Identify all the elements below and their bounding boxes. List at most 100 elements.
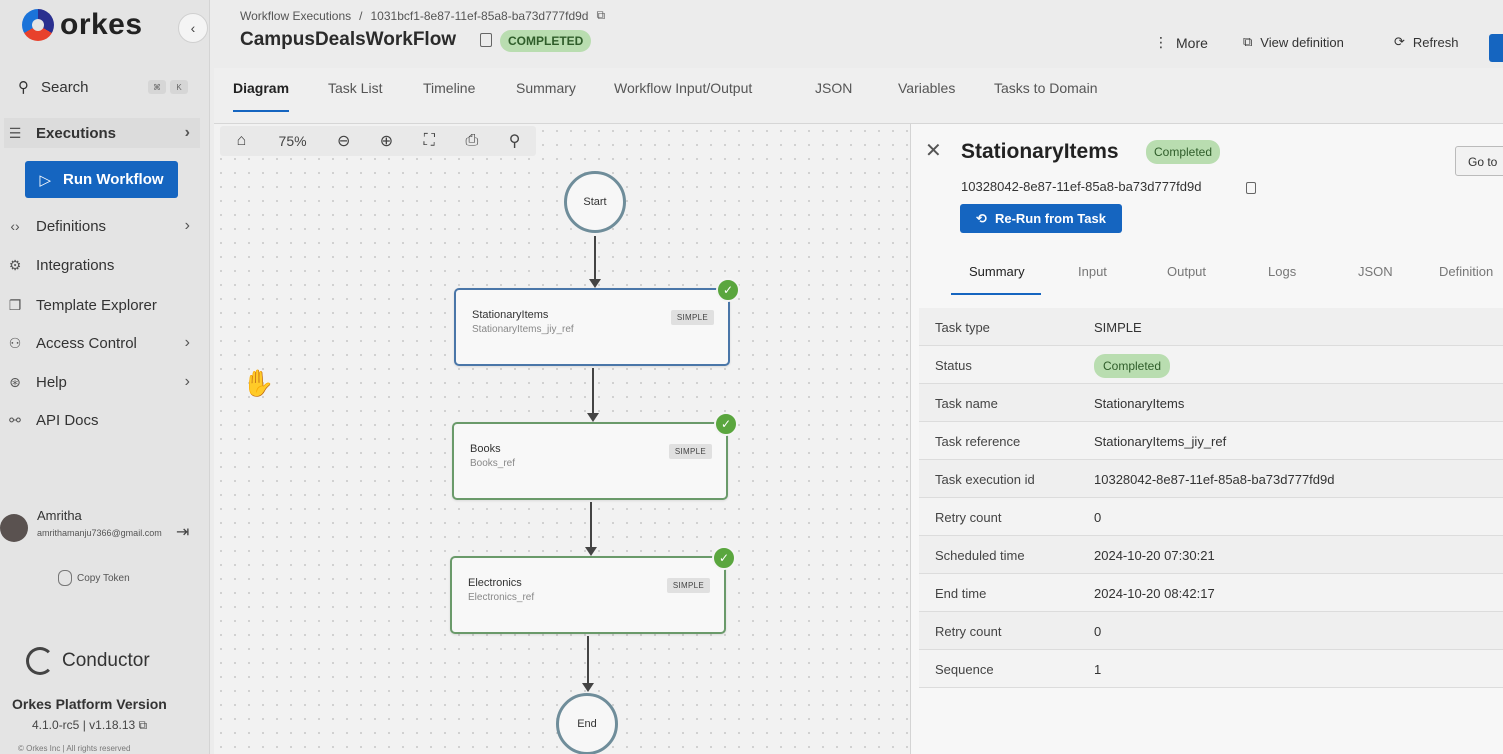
task-node-books[interactable]: Books Books_ref SIMPLE ✓ — [452, 412, 738, 500]
panel-tab-definition[interactable]: Definition — [1439, 264, 1493, 293]
panel-tab-json[interactable]: JSON — [1358, 264, 1393, 293]
tab-timeline[interactable]: Timeline — [423, 80, 475, 110]
tab-workflow-input-output[interactable]: Workflow Input/Output — [614, 80, 752, 110]
external-link-icon: ⧉ — [1243, 34, 1253, 49]
template-icon: ❐ — [8, 296, 22, 313]
search-icon[interactable]: ⚲ — [493, 131, 536, 151]
tab-json[interactable]: JSON — [815, 80, 852, 110]
search-shortcut: ⌘ K — [148, 80, 188, 94]
code-icon: ‹› — [10, 218, 20, 234]
sidebar-item-executions[interactable]: ☰ Executions › — [4, 118, 200, 148]
logout-icon[interactable]: ⇥ — [176, 522, 189, 542]
copy-icon[interactable] — [480, 33, 492, 47]
orkes-logo[interactable]: orkes — [22, 8, 143, 42]
copy-token-button[interactable]: Copy Token — [58, 570, 130, 586]
more-label: More — [1176, 34, 1208, 51]
more-button[interactable]: ⋮ More — [1154, 34, 1208, 51]
tab-tasks-to-domain[interactable]: Tasks to Domain — [994, 80, 1097, 110]
view-definition-label: View definition — [1260, 34, 1344, 50]
panel-tab-summary[interactable]: Summary — [951, 264, 1041, 295]
rerun-icon: ⟲ — [976, 210, 987, 226]
collapse-sidebar-button[interactable]: ‹ — [178, 13, 208, 43]
arrowhead — [589, 279, 601, 288]
task-node-electronics[interactable]: Electronics Electronics_ref SIMPLE ✓ — [450, 546, 736, 634]
task-details-panel: ✕ StationaryItems Completed Go to 103280… — [910, 124, 1503, 754]
zoom-in-icon[interactable]: ⊕ — [365, 131, 408, 151]
primary-action-button[interactable] — [1489, 34, 1503, 62]
tab-diagram[interactable]: Diagram — [233, 80, 290, 112]
panel-tab-output[interactable]: Output — [1167, 264, 1206, 293]
sidebar-item-integrations[interactable]: ⚙ Integrations — [4, 250, 200, 280]
orkes-logo-icon — [22, 9, 54, 41]
rerun-label: Re-Run from Task — [994, 211, 1106, 226]
end-node[interactable]: End — [556, 693, 618, 754]
task-summary-table: Task type SIMPLE Status Completed Task n… — [919, 308, 1503, 688]
sidebar-item-label: Access Control — [36, 334, 137, 352]
user-email: amrithamanju7366@gmail.com — [37, 528, 162, 538]
copy-icon — [58, 570, 72, 586]
table-row: Scheduled time 2024-10-20 07:30:21 — [919, 536, 1503, 574]
run-workflow-button[interactable]: ▷ Run Workflow — [25, 161, 178, 198]
chevron-left-icon: ‹ — [190, 20, 196, 36]
refresh-button[interactable]: ⟳ Refresh — [1394, 34, 1458, 50]
sidebar-item-template-explorer[interactable]: ❐ Template Explorer — [4, 290, 200, 320]
panel-tab-input[interactable]: Input — [1078, 264, 1107, 293]
task-node-ref: Electronics_ref — [468, 592, 535, 603]
task-node-ref: StationaryItems_jiy_ref — [472, 324, 574, 335]
home-icon[interactable]: ⌂ — [220, 132, 263, 150]
status-badge: COMPLETED — [500, 30, 592, 52]
sidebar-item-access-control[interactable]: ⚇ Access Control › — [4, 328, 200, 358]
go-to-button[interactable]: Go to — [1455, 146, 1503, 176]
task-id: 10328042-8e87-11ef-85a8-ba73d777fd9d — [961, 179, 1202, 194]
task-node-ref: Books_ref — [470, 458, 516, 469]
copy-icon[interactable] — [1246, 182, 1256, 194]
avatar[interactable] — [0, 514, 28, 542]
fit-screen-icon[interactable]: ⛶ — [408, 132, 451, 150]
print-icon[interactable]: ⎙ — [451, 132, 494, 150]
search-box[interactable]: ⚲ Search ⌘ K — [8, 72, 198, 102]
copy-icon[interactable]: ⧉ — [139, 718, 148, 732]
edge-start-stationary — [594, 236, 596, 280]
api-icon: ⚯ — [9, 411, 21, 428]
sidebar-item-api-docs[interactable]: ⚯ API Docs — [4, 405, 200, 435]
integrations-icon: ⚙ — [8, 256, 22, 273]
table-row: Sequence 1 — [919, 650, 1503, 688]
sidebar-item-definitions[interactable]: ‹› Definitions › — [4, 211, 200, 241]
tab-task-list[interactable]: Task List — [328, 80, 382, 110]
chevron-right-icon: › — [184, 124, 190, 141]
kebab-icon: ⋮ — [1154, 34, 1168, 50]
sidebar-item-label: Executions — [36, 124, 117, 142]
panel-tab-logs[interactable]: Logs — [1268, 264, 1296, 293]
breadcrumb-link-executions[interactable]: Workflow Executions — [240, 9, 351, 23]
copy-icon[interactable]: ⧉ — [596, 8, 605, 23]
task-node-stationaryitems[interactable]: StationaryItems StationaryItems_jiy_ref … — [454, 278, 740, 366]
refresh-label: Refresh — [1412, 34, 1459, 50]
row-value: 2024-10-20 08:42:17 — [1094, 586, 1215, 601]
check-icon: ✓ — [714, 412, 738, 436]
zoom-out-icon[interactable]: ⊖ — [322, 131, 365, 151]
table-row: Task type SIMPLE — [919, 308, 1503, 346]
cmd-key: ⌘ — [148, 80, 166, 94]
sidebar-item-label: Template Explorer — [36, 296, 157, 314]
table-row: Retry count 0 — [919, 612, 1503, 650]
sidebar-item-label: API Docs — [36, 411, 99, 429]
page-title: CampusDealsWorkFlow — [240, 29, 457, 50]
user-profile: Amritha amrithamanju7366@gmail.com ⇥ — [0, 508, 205, 568]
sidebar: orkes ‹ ⚲ Search ⌘ K ☰ Executions › ▷ Ru… — [0, 0, 210, 754]
rerun-from-task-button[interactable]: ⟲ Re-Run from Task — [960, 204, 1122, 233]
sidebar-item-label: Definitions — [36, 217, 107, 235]
end-label: End — [577, 718, 597, 730]
start-node[interactable]: Start — [564, 171, 626, 233]
tab-summary[interactable]: Summary — [516, 80, 576, 110]
tab-variables[interactable]: Variables — [898, 80, 955, 110]
view-definition-button[interactable]: ⧉ View definition — [1243, 34, 1344, 50]
row-key: Task type — [935, 320, 990, 335]
sidebar-item-help[interactable]: ⊛ Help › — [4, 367, 200, 397]
row-value: 0 — [1094, 510, 1102, 525]
row-key: Sequence — [935, 662, 994, 677]
diagram-canvas[interactable]: ⌂ 75% ⊖ ⊕ ⛶ ⎙ ⚲ ✋ Start StationaryItems … — [214, 124, 910, 754]
help-icon: ⊛ — [9, 373, 21, 390]
close-icon[interactable]: ✕ — [925, 138, 942, 163]
row-value: 2024-10-20 07:30:21 — [1094, 548, 1215, 563]
status-badge: Completed — [1146, 140, 1221, 164]
